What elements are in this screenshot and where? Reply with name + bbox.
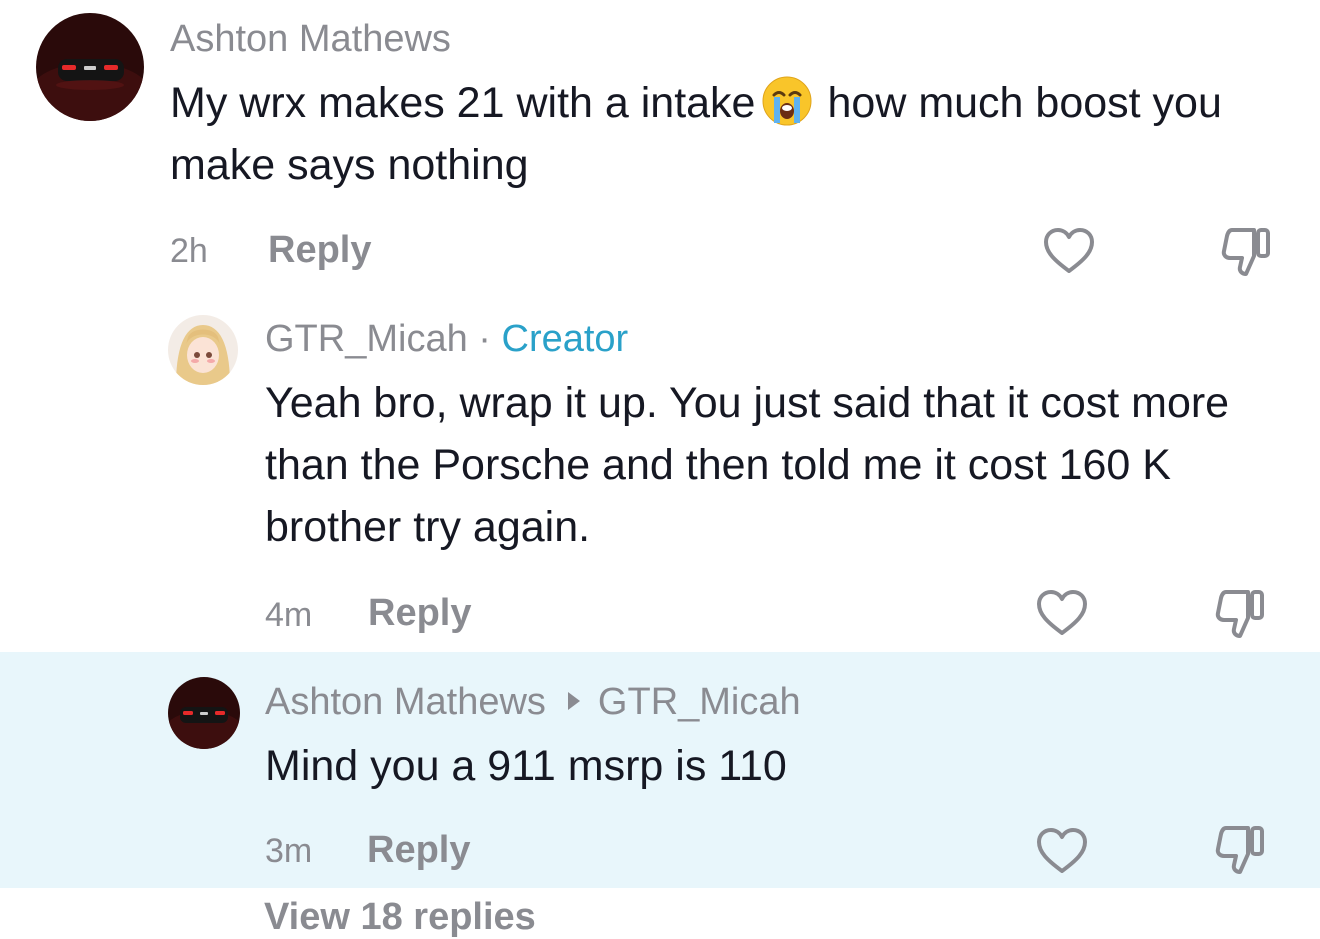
reply-arrow-icon [567,691,580,710]
reply-to-user[interactable]: GTR_Micah [598,681,801,723]
comment-text: Yeah bro, wrap it up. You just said that… [265,379,1230,551]
heart-outline-icon[interactable] [1042,226,1096,276]
comment-text-part: My wrx makes 21 with a intake [170,79,756,127]
avatar-gtr-micah[interactable] [168,315,238,385]
thumbs-down-icon[interactable] [1218,224,1274,280]
comment-time: 2h [170,232,208,270]
avatar-ashton[interactable] [168,677,240,749]
thumbs-down-icon[interactable] [1212,822,1268,878]
avatar-ashton[interactable] [36,13,144,121]
comment-time: 4m [265,596,313,634]
separator-dot: · [478,318,491,360]
comment-author[interactable]: Ashton Mathews [265,681,546,723]
comment-author[interactable]: Ashton Mathews [170,18,451,61]
heart-outline-icon[interactable] [1035,826,1089,876]
reply-button[interactable]: Reply [268,229,371,272]
loudly-crying-face-icon [761,75,813,127]
comment-author-line: Ashton Mathews GTR_Micah [265,681,801,724]
comment-author-line: GTR_Micah · Creator [265,318,628,361]
comment-text: Mind you a 911 msrp is 110 [265,742,787,790]
heart-outline-icon[interactable] [1035,588,1089,638]
comment-time: 3m [265,832,313,870]
comment-author[interactable]: GTR_Micah [265,318,468,360]
comment-text: My wrx makes 21 with a intake how much bo… [170,72,1270,196]
creator-badge: Creator [501,318,629,360]
reply-button[interactable]: Reply [367,829,470,872]
reply-button[interactable]: Reply [368,592,471,635]
view-more-replies-button[interactable]: View 18 replies [264,896,536,939]
thumbs-down-icon[interactable] [1212,586,1268,642]
